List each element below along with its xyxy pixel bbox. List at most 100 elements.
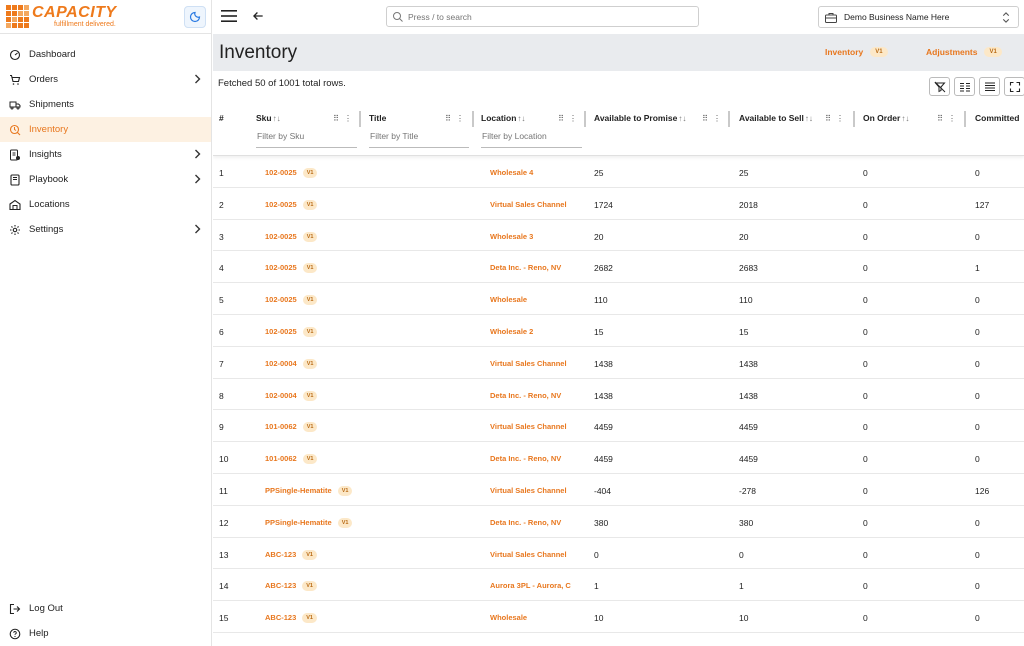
cell-sku-link[interactable]: PPSingle-Hematite V1 — [265, 485, 353, 496]
cell-location-link[interactable]: Deta Inc. - Reno, NV — [490, 518, 561, 527]
drag-handle-icon[interactable]: ⠿ — [555, 112, 567, 124]
cell-location-link[interactable]: Wholesale — [490, 613, 527, 622]
fullscreen-button[interactable] — [1004, 77, 1024, 96]
cell-location-link[interactable]: Wholesale 2 — [490, 327, 533, 336]
sidebar-item-help[interactable]: Help — [0, 621, 212, 646]
column-header-available-to-promise[interactable]: Available to Promise ↑↓ — [594, 113, 686, 123]
cell-available-to-promise: 20 — [594, 231, 604, 242]
cell-sku-link[interactable]: 102-0004 V1 — [265, 390, 318, 401]
cell-location-link[interactable]: Virtual Sales Channel — [490, 422, 567, 431]
filter-sku[interactable] — [256, 131, 357, 148]
cell-number: 5 — [219, 295, 224, 306]
theme-toggle-button[interactable] — [184, 6, 206, 28]
clear-filters-button[interactable] — [929, 77, 950, 96]
sort-icon[interactable]: ↑↓ — [805, 114, 813, 123]
drag-handle-icon[interactable]: ⠿ — [442, 112, 454, 124]
sort-icon[interactable]: ↑↓ — [678, 114, 686, 123]
column-resize-handle[interactable] — [359, 111, 361, 127]
sidebar-item-playbook[interactable]: Playbook — [0, 167, 211, 192]
version-badge: V1 — [984, 47, 1002, 57]
density-toggle-button[interactable] — [979, 77, 1000, 96]
filter-location[interactable] — [481, 131, 582, 148]
cell-sku-link[interactable]: 102-0025 V1 — [265, 168, 318, 178]
back-arrow-icon[interactable] — [251, 9, 265, 23]
hamburger-menu-icon[interactable] — [221, 9, 237, 23]
column-menu-icon[interactable]: ⋮ — [834, 112, 846, 124]
cell-sku-link[interactable]: 102-0025 V1 — [265, 231, 318, 242]
search-box[interactable] — [386, 6, 699, 27]
cell-location-link[interactable]: Wholesale 4 — [490, 168, 533, 177]
cell-location-link[interactable]: Virtual Sales Channel — [490, 486, 567, 495]
sidebar-item-inventory[interactable]: Inventory — [0, 117, 211, 142]
version-badge: V1 — [302, 295, 318, 306]
header-link-adjustments[interactable]: Adjustments V1 — [926, 47, 1002, 57]
cell-location-link[interactable]: Aurora 3PL - Aurora, C — [490, 581, 571, 590]
cell-sku-link[interactable]: ABC-123 V1 — [265, 581, 317, 592]
cell-sku-link[interactable]: 102-0025 V1 — [265, 326, 318, 337]
cell-location-link[interactable]: Deta Inc. - Reno, NV — [490, 391, 561, 400]
filter-sku-input[interactable] — [256, 131, 357, 141]
search-input[interactable] — [408, 11, 688, 22]
chevron-right-icon — [194, 174, 201, 187]
table-row: 4 102-0025 V1 Deta Inc. - Reno, NV 2682 2683 0… — [213, 251, 1024, 284]
sidebar-item-log-out[interactable]: Log Out — [0, 596, 212, 621]
version-badge: V1 — [302, 454, 318, 465]
column-menu-icon[interactable]: ⋮ — [342, 112, 354, 124]
column-header-committed[interactable]: Committed — [975, 113, 1019, 123]
column-resize-handle[interactable] — [728, 111, 730, 127]
sort-icon[interactable]: ↑↓ — [273, 114, 281, 123]
sidebar-item-insights[interactable]: Insights — [0, 142, 211, 167]
drag-handle-icon[interactable]: ⠿ — [822, 112, 834, 124]
filter-title[interactable] — [369, 131, 469, 148]
filter-title-input[interactable] — [369, 131, 469, 141]
cell-sku-link[interactable]: PPSingle-Hematite V1 — [265, 517, 353, 528]
sidebar-item-dashboard[interactable]: Dashboard — [0, 42, 211, 67]
column-header-title[interactable]: Title — [369, 113, 386, 123]
cell-location-link[interactable]: Virtual Sales Channel — [490, 200, 567, 209]
drag-handle-icon[interactable]: ⠿ — [330, 112, 342, 124]
header-link-inventory[interactable]: Inventory V1 — [825, 47, 888, 57]
drag-handle-icon[interactable]: ⠿ — [699, 112, 711, 124]
column-header-location[interactable]: Location ↑↓ — [481, 113, 525, 123]
cell-sku-link[interactable]: 101-0062 V1 — [265, 422, 318, 433]
cell-committed: 0 — [975, 422, 980, 433]
sidebar-item-locations[interactable]: Locations — [0, 192, 211, 217]
cell-sku-link[interactable]: ABC-123 V1 — [265, 549, 317, 560]
app-root: CAPACITY fulfillment delivered. Dashboar… — [0, 0, 1024, 646]
sidebar-item-shipments[interactable]: Shipments — [0, 92, 211, 117]
column-visibility-button[interactable] — [954, 77, 975, 96]
column-resize-handle[interactable] — [472, 111, 474, 127]
drag-handle-icon[interactable]: ⠿ — [934, 112, 946, 124]
cell-sku-link[interactable]: 102-0025 V1 — [265, 295, 318, 306]
sidebar-item-orders[interactable]: Orders — [0, 67, 211, 92]
column-resize-handle[interactable] — [964, 111, 966, 127]
cell-sku-link[interactable]: 102-0025 V1 — [265, 263, 318, 274]
column-header-on-order[interactable]: On Order ↑↓ — [863, 113, 909, 123]
column-header-available-to-sell[interactable]: Available to Sell ↑↓ — [739, 113, 813, 123]
column-resize-handle[interactable] — [584, 111, 586, 127]
cell-location-link[interactable]: Deta Inc. - Reno, NV — [490, 454, 561, 463]
column-menu-icon[interactable]: ⋮ — [946, 112, 958, 124]
cell-sku-link[interactable]: 101-0062 V1 — [265, 454, 318, 465]
column-menu-icon[interactable]: ⋮ — [454, 112, 466, 124]
cell-sku-link[interactable]: 102-0004 V1 — [265, 358, 318, 369]
cell-sku-link[interactable]: ABC-123 V1 — [265, 613, 317, 624]
cell-available-to-sell: 25 — [739, 168, 749, 178]
sort-icon[interactable]: ↑↓ — [517, 114, 525, 123]
cell-location-link[interactable]: Virtual Sales Channel — [490, 550, 567, 559]
column-header-sku[interactable]: Sku ↑↓ — [256, 113, 281, 123]
column-menu-icon[interactable]: ⋮ — [711, 112, 723, 124]
cell-location-link[interactable]: Virtual Sales Channel — [490, 359, 567, 368]
sidebar-item-settings[interactable]: Settings — [0, 217, 211, 242]
business-selector[interactable]: Demo Business Name Here — [818, 6, 1019, 28]
logo[interactable]: CAPACITY fulfillment delivered. — [32, 5, 117, 29]
filter-location-input[interactable] — [481, 131, 582, 141]
cell-location-link[interactable]: Wholesale — [490, 295, 527, 304]
column-actions-location: ⠿ ⋮ — [555, 112, 579, 124]
cell-sku-link[interactable]: 102-0025 V1 — [265, 199, 318, 210]
cell-location-link[interactable]: Deta Inc. - Reno, NV — [490, 263, 561, 272]
sort-icon[interactable]: ↑↓ — [901, 114, 909, 123]
column-menu-icon[interactable]: ⋮ — [567, 112, 579, 124]
cell-location-link[interactable]: Wholesale 3 — [490, 232, 533, 241]
column-resize-handle[interactable] — [853, 111, 855, 127]
